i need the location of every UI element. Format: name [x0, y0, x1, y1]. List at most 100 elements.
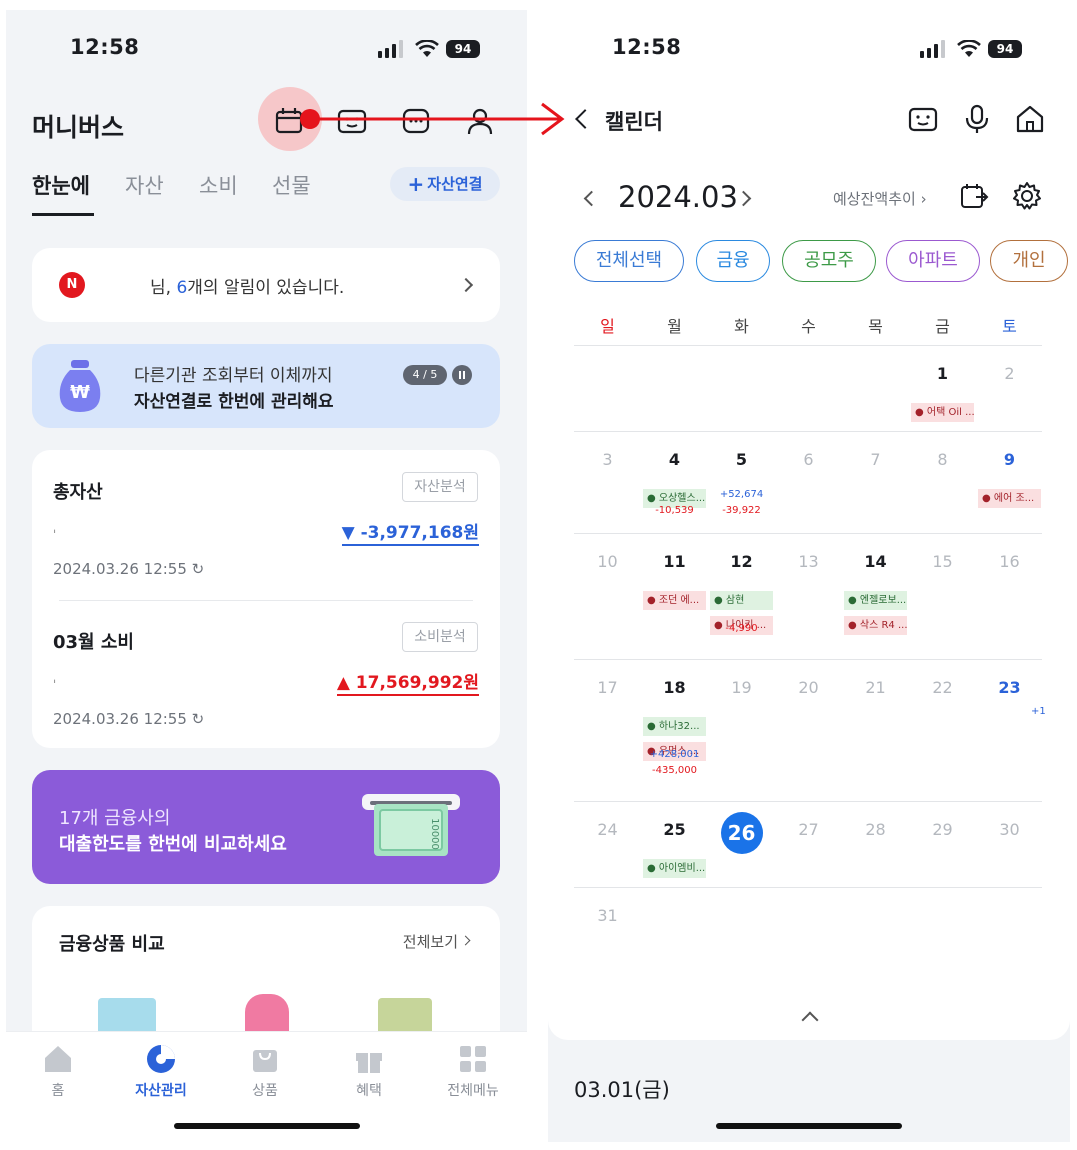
- filter-chip[interactable]: 공모주: [782, 240, 876, 282]
- filter-chip[interactable]: 전체선택: [574, 240, 684, 282]
- weekday-label: 일: [600, 317, 615, 336]
- calendar-day[interactable]: 23: [976, 678, 1043, 697]
- nav-label: 상품: [252, 1083, 278, 1099]
- asset-connect-banner[interactable]: ₩ 다른기관 조회부터 이체까지 자산연결로 한번에 관리해요 4 / 5: [32, 344, 500, 428]
- battery-indicator: 94: [988, 40, 1022, 58]
- calendar-event[interactable]: ● 조던 에...: [643, 591, 706, 610]
- spending-timestamp[interactable]: 2024.03.26 12:55 ↻: [53, 710, 204, 728]
- tab-overview[interactable]: 한눈에: [32, 170, 90, 200]
- banner-pager: 4 / 5: [403, 365, 447, 385]
- calendar-day[interactable]: 11: [641, 552, 708, 571]
- tab-gifts[interactable]: 선물: [272, 170, 311, 200]
- home-icon[interactable]: [1013, 102, 1047, 136]
- filter-chip[interactable]: 금융: [696, 240, 770, 282]
- calendar-week-row: 3 4 5 6 7 8 9 ● 오상헬스... ● 에어 조... -10,539 +52,674-…: [574, 432, 1042, 534]
- asset-summary-card: 총자산 자산분석 ˌ ▼ -3,977,168원 2024.03.26 12:5…: [32, 450, 500, 748]
- connect-assets-button[interactable]: + 자산연결: [390, 167, 500, 201]
- app-title: 머니버스: [32, 113, 125, 142]
- section-divider: [59, 600, 473, 601]
- loan-banner-line-2: 대출한도를 한번에 비교하세요: [59, 834, 287, 855]
- calendar-day[interactable]: 20: [775, 678, 842, 697]
- chatbot-icon[interactable]: [906, 102, 940, 136]
- nav-label: 홈: [51, 1083, 65, 1099]
- loan-compare-banner[interactable]: 17개 금융사의 대출한도를 한번에 비교하세요 10000: [32, 770, 500, 884]
- calendar-screen: 12:58 94 캘린더 2024.03 예상잔액추이 › 전체선택 금융 공모…: [548, 10, 1070, 1142]
- chevron-right-icon: [460, 935, 471, 946]
- calendar-day[interactable]: 15: [909, 552, 976, 571]
- calendar-event[interactable]: ● 하나32...: [643, 717, 706, 736]
- calendar-day[interactable]: 4: [641, 450, 708, 469]
- calendar-day[interactable]: 9: [976, 450, 1043, 469]
- filter-chip[interactable]: 아파트: [886, 240, 980, 282]
- calendar-event[interactable]: ● 삭스 R4 ...: [844, 616, 907, 635]
- notification-card[interactable]: N 님, 6개의 알림이 있습니다.: [32, 248, 500, 322]
- calendar-day[interactable]: 28: [842, 820, 909, 839]
- spending-analysis-button[interactable]: 소비분석: [402, 622, 478, 652]
- calendar-day[interactable]: 6: [775, 450, 842, 469]
- nav-label: 전체메뉴: [447, 1083, 499, 1099]
- calendar-day[interactable]: 21: [842, 678, 909, 697]
- calendar-day[interactable]: 19: [708, 678, 775, 697]
- calendar-event[interactable]: ● 어택 Oil ...: [911, 403, 974, 422]
- pause-icon[interactable]: [452, 365, 472, 385]
- calendar-day[interactable]: 25: [641, 820, 708, 839]
- tab-spending[interactable]: 소비: [199, 170, 238, 200]
- nav-asset-management[interactable]: 자산관리: [121, 1042, 201, 1100]
- loan-banner-line-1: 17개 금융사의: [59, 808, 171, 829]
- money-verse-home-screen: 12:58 94 머니버스 한눈에 자산 소비 선물 + 자산연결 N 님, 6…: [6, 10, 527, 1142]
- calendar-day[interactable]: 3: [574, 450, 641, 469]
- calendar-day[interactable]: 10: [574, 552, 641, 571]
- product-compare-title: 금융상품 비교: [59, 934, 165, 955]
- tab-assets[interactable]: 자산: [125, 170, 164, 200]
- calendar-day[interactable]: 1: [909, 364, 976, 383]
- calendar-day[interactable]: 12: [708, 552, 775, 571]
- nav-products[interactable]: 상품: [225, 1042, 305, 1100]
- calendar-event[interactable]: ● 아이엠비...: [643, 859, 706, 878]
- home-indicator: [174, 1123, 360, 1129]
- nav-all-menu[interactable]: 전체메뉴: [433, 1042, 513, 1100]
- calendar-day[interactable]: 24: [574, 820, 641, 839]
- calendar-day[interactable]: 5: [708, 450, 775, 469]
- calendar-event[interactable]: ● 삼현: [710, 591, 773, 610]
- more-events-count[interactable]: +1: [1031, 706, 1046, 717]
- calendar-day[interactable]: 26: [708, 812, 775, 854]
- calendar-day[interactable]: 8: [909, 450, 976, 469]
- collapse-chevron-icon[interactable]: [801, 1011, 819, 1029]
- calendar-day[interactable]: 31: [574, 906, 641, 925]
- next-month-icon[interactable]: [735, 190, 752, 207]
- calendar-day[interactable]: 17: [574, 678, 641, 697]
- calendar-day[interactable]: 29: [909, 820, 976, 839]
- settings-gear-icon[interactable]: [1011, 180, 1043, 212]
- calendar-day[interactable]: 30: [976, 820, 1043, 839]
- filter-chip[interactable]: 개인: [990, 240, 1068, 282]
- nav-home[interactable]: 홈: [18, 1042, 98, 1100]
- previous-month-icon[interactable]: [583, 190, 600, 207]
- annotation-arrow: [300, 102, 565, 136]
- calendar-export-icon[interactable]: [958, 180, 990, 212]
- calendar-event[interactable]: ● 엔젤로보...: [844, 591, 907, 610]
- see-all-link[interactable]: 전체보기: [403, 931, 458, 952]
- total-assets-timestamp[interactable]: 2024.03.26 12:55 ↻: [53, 560, 204, 578]
- calendar-day[interactable]: 18: [641, 678, 708, 697]
- nav-benefits[interactable]: 혜택: [329, 1042, 409, 1100]
- calendar-day[interactable]: 7: [842, 450, 909, 469]
- refresh-icon[interactable]: ↻: [192, 710, 205, 728]
- calendar-day[interactable]: 27: [775, 820, 842, 839]
- microphone-icon[interactable]: [960, 102, 994, 136]
- asset-analysis-button[interactable]: 자산분석: [402, 472, 478, 502]
- balance-trend-link[interactable]: 예상잔액추이 ›: [833, 188, 927, 209]
- weekday-label: 월: [667, 317, 682, 336]
- calendar-day[interactable]: 22: [909, 678, 976, 697]
- notification-count: 6: [176, 278, 188, 298]
- active-tab-indicator: [32, 213, 94, 216]
- daily-amount: -435,000: [652, 765, 697, 776]
- calendar-day[interactable]: 2: [976, 364, 1043, 383]
- plus-icon: +: [407, 172, 425, 196]
- calendar-day[interactable]: 13: [775, 552, 842, 571]
- calendar-day[interactable]: 16: [976, 552, 1043, 571]
- refresh-icon[interactable]: ↻: [192, 560, 205, 578]
- calendar-event[interactable]: ● 에어 조...: [978, 489, 1041, 508]
- back-arrow-icon[interactable]: [575, 109, 595, 129]
- calendar-day[interactable]: 14: [842, 552, 909, 571]
- daily-amount: -10,539: [655, 505, 694, 516]
